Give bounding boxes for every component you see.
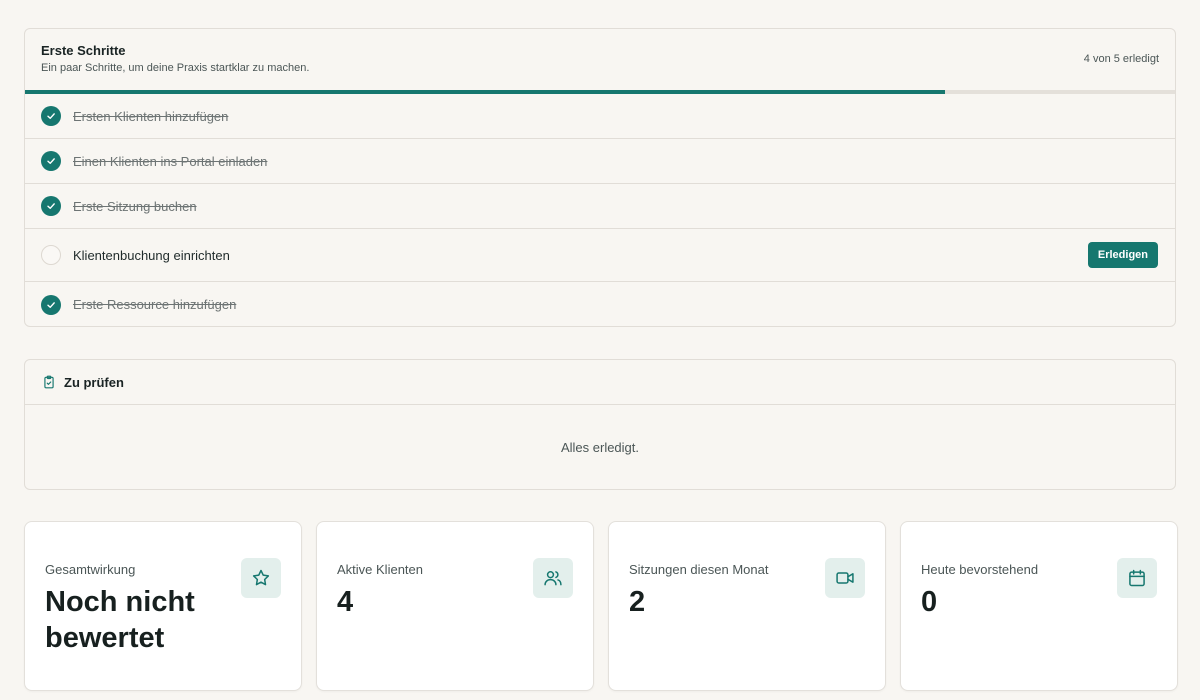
video-icon xyxy=(825,558,865,598)
checklist-item[interactable]: Klientenbuchung einrichten Erledigen xyxy=(25,229,1175,282)
stat-label: Aktive Klienten xyxy=(337,562,423,577)
checklist-item-label: Einen Klienten ins Portal einladen xyxy=(73,153,268,169)
checklist-item-label: Klientenbuchung einrichten xyxy=(73,247,230,263)
checklist-title: Erste Schritte xyxy=(41,43,126,58)
review-title: Zu prüfen xyxy=(64,374,124,390)
clipboard-check-icon xyxy=(42,375,56,389)
check-done-icon xyxy=(41,151,61,171)
stat-value: 0 xyxy=(921,586,938,618)
complete-step-button[interactable]: Erledigen xyxy=(1087,242,1158,268)
check-done-icon xyxy=(41,294,61,315)
stat-card-active-clients[interactable]: Aktive Klienten 4 xyxy=(316,521,594,691)
checklist-progress-text: 4 von 5 erledigt xyxy=(1083,53,1159,65)
star-icon xyxy=(241,558,281,598)
stat-value: 2 xyxy=(629,586,646,618)
stat-card-upcoming-today[interactable]: Heute bevorstehend 0 xyxy=(900,521,1178,691)
checklist-item[interactable]: Einen Klienten ins Portal einladen xyxy=(25,139,1175,184)
check-done-icon xyxy=(41,196,61,216)
checklist-header: Erste Schritte Ein paar Schritte, um dei… xyxy=(25,29,1175,90)
checklist-item-label: Ersten Klienten hinzufügen xyxy=(73,108,229,124)
checklist-item[interactable]: Ersten Klienten hinzufügen xyxy=(25,94,1175,139)
stat-card-sessions-month[interactable]: Sitzungen diesen Monat 2 xyxy=(608,521,886,691)
check-done-icon xyxy=(41,106,61,126)
onboarding-checklist: Erste Schritte Ein paar Schritte, um dei… xyxy=(24,28,1176,327)
review-header: Zu prüfen xyxy=(25,360,1175,405)
checklist-item[interactable]: Erste Sitzung buchen xyxy=(25,184,1175,229)
calendar-icon xyxy=(1117,558,1157,598)
checklist-subtitle: Ein paar Schritte, um deine Praxis start… xyxy=(41,62,310,74)
review-panel: Zu prüfen Alles erledigt. xyxy=(24,359,1176,490)
checklist-item[interactable]: Erste Ressource hinzufügen xyxy=(25,282,1175,326)
review-empty-state: Alles erledigt. xyxy=(560,439,640,455)
users-icon xyxy=(533,558,573,598)
check-open-icon[interactable] xyxy=(41,245,61,265)
checklist-item-label: Erste Ressource hinzufügen xyxy=(73,297,237,312)
stat-label: Sitzungen diesen Monat xyxy=(629,562,769,577)
stat-card-overall-impact[interactable]: Gesamtwirkung Noch nicht bewertet xyxy=(24,521,302,691)
checklist-item-label: Erste Sitzung buchen xyxy=(73,198,197,214)
stat-label: Gesamtwirkung xyxy=(45,562,136,577)
stat-value: Noch nicht bewertet xyxy=(45,586,195,654)
stat-value: 4 xyxy=(337,586,354,618)
stat-label: Heute bevorstehend xyxy=(921,562,1039,577)
